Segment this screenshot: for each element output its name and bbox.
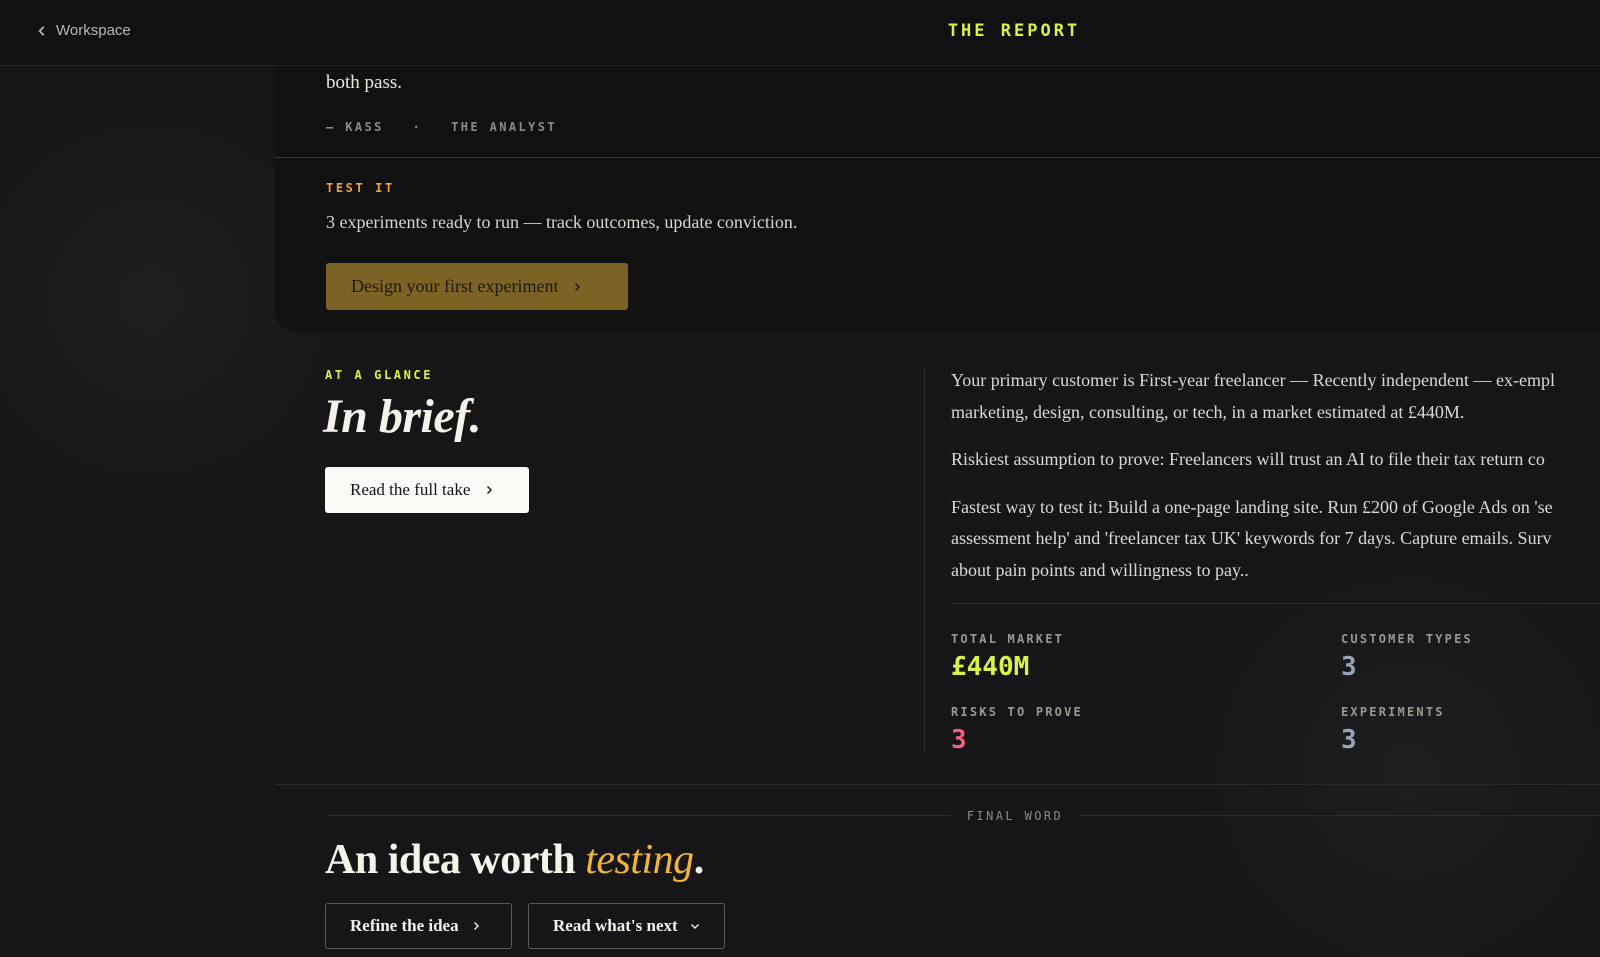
final-title-start: An idea worth	[325, 837, 586, 883]
final-word-label: FINAL WORD	[966, 809, 1064, 823]
summary-line: Fastest way to test it: Build a one-page…	[951, 496, 1553, 517]
quote-attribution: — KASS · THE ANALYST	[326, 120, 557, 134]
divider	[275, 157, 1600, 158]
summary-text: Your primary customer is First-year free…	[951, 365, 1600, 602]
test-it-description: 3 experiments ready to run — track outco…	[326, 212, 798, 232]
background-glow	[1150, 560, 1600, 957]
attribution-separator: ·	[412, 120, 423, 134]
summary-paragraph: Fastest way to test it: Build a one-page…	[951, 492, 1600, 587]
final-title-highlight: testing	[585, 837, 694, 883]
summary-line: marketing, design, consulting, or tech, …	[951, 401, 1465, 422]
refine-idea-button[interactable]: Refine the idea	[325, 903, 512, 949]
stat-value-customer-types: 3	[1341, 652, 1357, 682]
report-title: THE REPORT	[947, 21, 1081, 41]
read-full-take-button[interactable]: Read the full take	[325, 467, 529, 513]
summary-paragraph: Your primary customer is First-year free…	[951, 365, 1600, 428]
read-full-take-button-label: Read the full take	[350, 480, 471, 499]
summary-line: Riskiest assumption to prove: Freelancer…	[951, 449, 1545, 469]
final-title-end: .	[693, 837, 705, 883]
read-whats-next-button-label: Read what's next	[553, 916, 678, 935]
summary-line: about pain points and willingness to pay…	[951, 559, 1249, 580]
chevron-down-icon	[690, 924, 699, 929]
quote-text: both pass.	[326, 72, 402, 93]
read-whats-next-button[interactable]: Read what's next	[528, 903, 725, 949]
chevron-right-icon	[575, 282, 581, 291]
refine-idea-button-label: Refine the idea	[350, 916, 459, 935]
at-a-glance-label: AT A GLANCE	[325, 368, 434, 382]
stat-label-risks: RISKS TO PROVE	[951, 705, 1083, 719]
summary-line: assessment help' and 'freelancer tax UK'…	[951, 528, 1552, 548]
stat-label-total-market: TOTAL MARKET	[951, 632, 1065, 646]
top-bar: Workspace THE REPORT	[0, 0, 1600, 66]
quote-role: THE ANALYST	[451, 120, 557, 134]
quote-author: — KASS	[326, 120, 384, 134]
stat-value-risks: 3	[951, 725, 967, 755]
test-it-label: TEST IT	[326, 181, 395, 195]
in-brief-heading: In brief.	[323, 390, 482, 443]
summary-paragraph: Riskiest assumption to prove: Freelancer…	[951, 444, 1600, 476]
summary-line: Your primary customer is First-year free…	[951, 370, 1555, 390]
design-experiment-button-label: Design your first experiment	[351, 276, 559, 296]
stat-label-experiments: EXPERIMENTS	[1341, 705, 1445, 719]
stat-value-experiments: 3	[1341, 725, 1357, 755]
divider	[275, 784, 1600, 785]
divider	[326, 815, 950, 816]
chevron-right-icon	[487, 486, 493, 494]
design-experiment-button[interactable]: Design your first experiment	[326, 263, 628, 310]
stat-value-total-market: £440M	[951, 652, 1030, 682]
final-word-heading: An idea worth testing.	[325, 836, 704, 884]
chevron-right-icon	[473, 922, 479, 930]
vertical-divider	[924, 368, 925, 752]
stat-label-customer-types: CUSTOMER TYPES	[1341, 632, 1473, 646]
divider	[951, 603, 1600, 604]
divider	[1080, 815, 1600, 816]
